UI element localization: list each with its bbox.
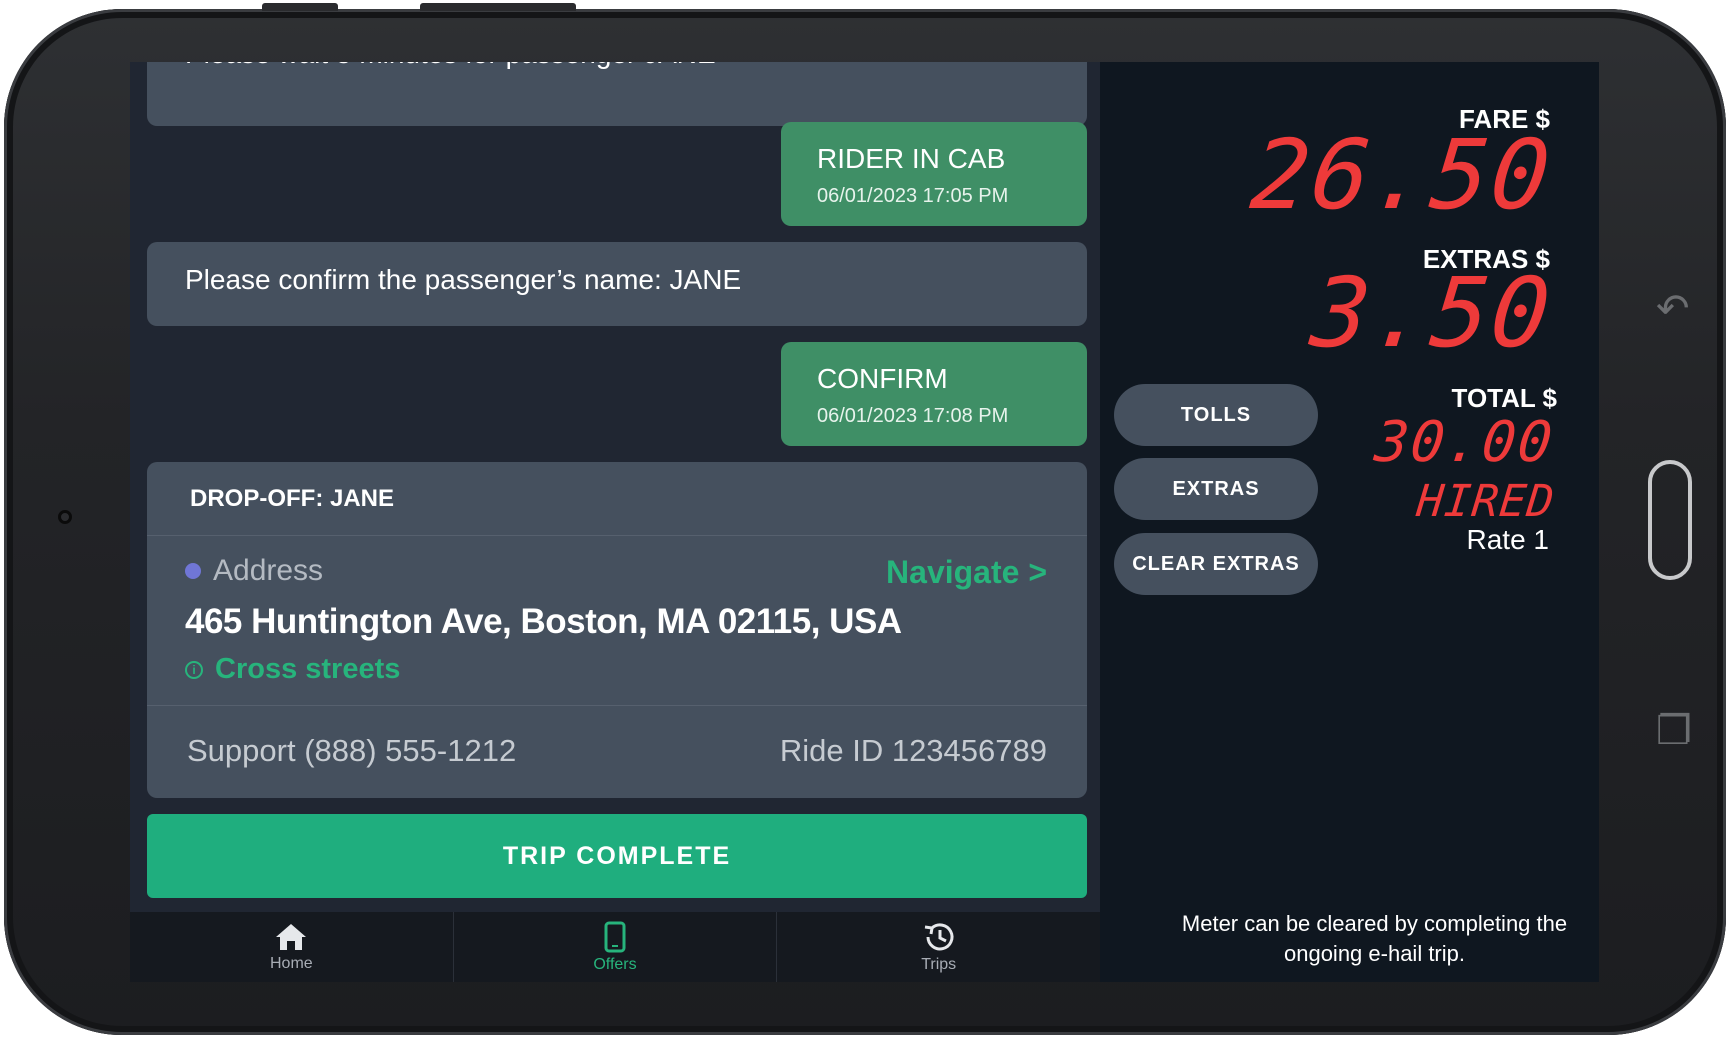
- messages-panel: Please wait 5 minutes for passenger JANE…: [130, 62, 1100, 982]
- front-camera: [58, 510, 72, 524]
- confirm-name-text: Please confirm the passenger’s name: JAN…: [185, 264, 742, 295]
- home-icon: [276, 923, 307, 950]
- volume-button: [262, 3, 338, 11]
- wait-message-text: Please wait 5 minutes for passenger JANE: [185, 62, 716, 70]
- dropoff-title: DROP-OFF: JANE: [190, 484, 394, 512]
- extras-value: 3.50: [1305, 257, 1557, 369]
- dropoff-card: DROP-OFF: JANE Address Navigate > 465 Hu…: [147, 462, 1087, 798]
- phone-icon: [604, 921, 626, 952]
- tab-trips[interactable]: Trips: [777, 912, 1100, 982]
- address-section: Address Navigate > 465 Huntington Ave, B…: [147, 536, 1087, 706]
- bottom-tab-bar: Home Offers Trips: [130, 912, 1100, 982]
- meter-panel: FARE $ 26.50 EXTRAS $ 3.50 TOLLS EXTRAS …: [1100, 62, 1599, 982]
- rider-in-cab-bubble: RIDER IN CAB 06/01/2023 17:05 PM: [781, 122, 1087, 226]
- power-button: [420, 3, 576, 11]
- system-message-wait: Please wait 5 minutes for passenger JANE: [147, 62, 1087, 126]
- tab-home[interactable]: Home: [130, 912, 454, 982]
- confirm-bubble: CONFIRM 06/01/2023 17:08 PM: [781, 342, 1087, 446]
- dropoff-address: 465 Huntington Ave, Boston, MA 02115, US…: [185, 602, 902, 641]
- rider-in-cab-label: RIDER IN CAB: [817, 143, 1006, 174]
- rider-in-cab-timestamp: 06/01/2023 17:05 PM: [817, 185, 1009, 207]
- rate-label: Rate 1: [1466, 524, 1550, 555]
- back-key-icon[interactable]: ↶: [1656, 286, 1690, 332]
- total-value: 30.00: [1372, 410, 1558, 475]
- support-phone[interactable]: Support (888) 555-1212: [187, 733, 516, 769]
- tab-offers-label: Offers: [593, 955, 637, 973]
- info-icon: i: [185, 660, 203, 679]
- meter-status: HIRED: [1413, 476, 1557, 527]
- recent-apps-icon[interactable]: ❐: [1656, 708, 1692, 754]
- extras-button[interactable]: EXTRAS: [1114, 458, 1318, 520]
- history-icon: [924, 922, 954, 950]
- home-key[interactable]: [1648, 460, 1692, 580]
- card-footer: Support (888) 555-1212 Ride ID 123456789: [147, 706, 1087, 798]
- screen: Please wait 5 minutes for passenger JANE…: [130, 62, 1599, 982]
- address-label: Address: [185, 554, 323, 588]
- tab-trips-label: Trips: [921, 955, 957, 973]
- clear-extras-button[interactable]: CLEAR EXTRAS: [1114, 533, 1318, 595]
- tab-offers[interactable]: Offers: [454, 912, 778, 982]
- meter-note: Meter can be cleared by completing the o…: [1181, 911, 1568, 966]
- cross-streets-text: Cross streets: [215, 653, 401, 685]
- fare-value: 26.50: [1246, 119, 1557, 231]
- ride-id: Ride ID 123456789: [779, 733, 1047, 768]
- tab-home-label: Home: [269, 954, 313, 972]
- trip-complete-button[interactable]: TRIP COMPLETE: [147, 814, 1087, 898]
- address-label-text: Address: [213, 554, 324, 587]
- address-dot-icon: [185, 563, 201, 579]
- cross-streets-link[interactable]: i Cross streets: [185, 653, 400, 686]
- confirm-timestamp: 06/01/2023 17:08 PM: [817, 405, 1009, 427]
- dropoff-header: DROP-OFF: JANE: [147, 462, 1087, 536]
- tolls-button[interactable]: TOLLS: [1114, 384, 1318, 446]
- navigate-link[interactable]: Navigate >: [886, 554, 1047, 591]
- confirm-label: CONFIRM: [817, 363, 948, 394]
- confirm-name-message: Please confirm the passenger’s name: JAN…: [147, 242, 1087, 326]
